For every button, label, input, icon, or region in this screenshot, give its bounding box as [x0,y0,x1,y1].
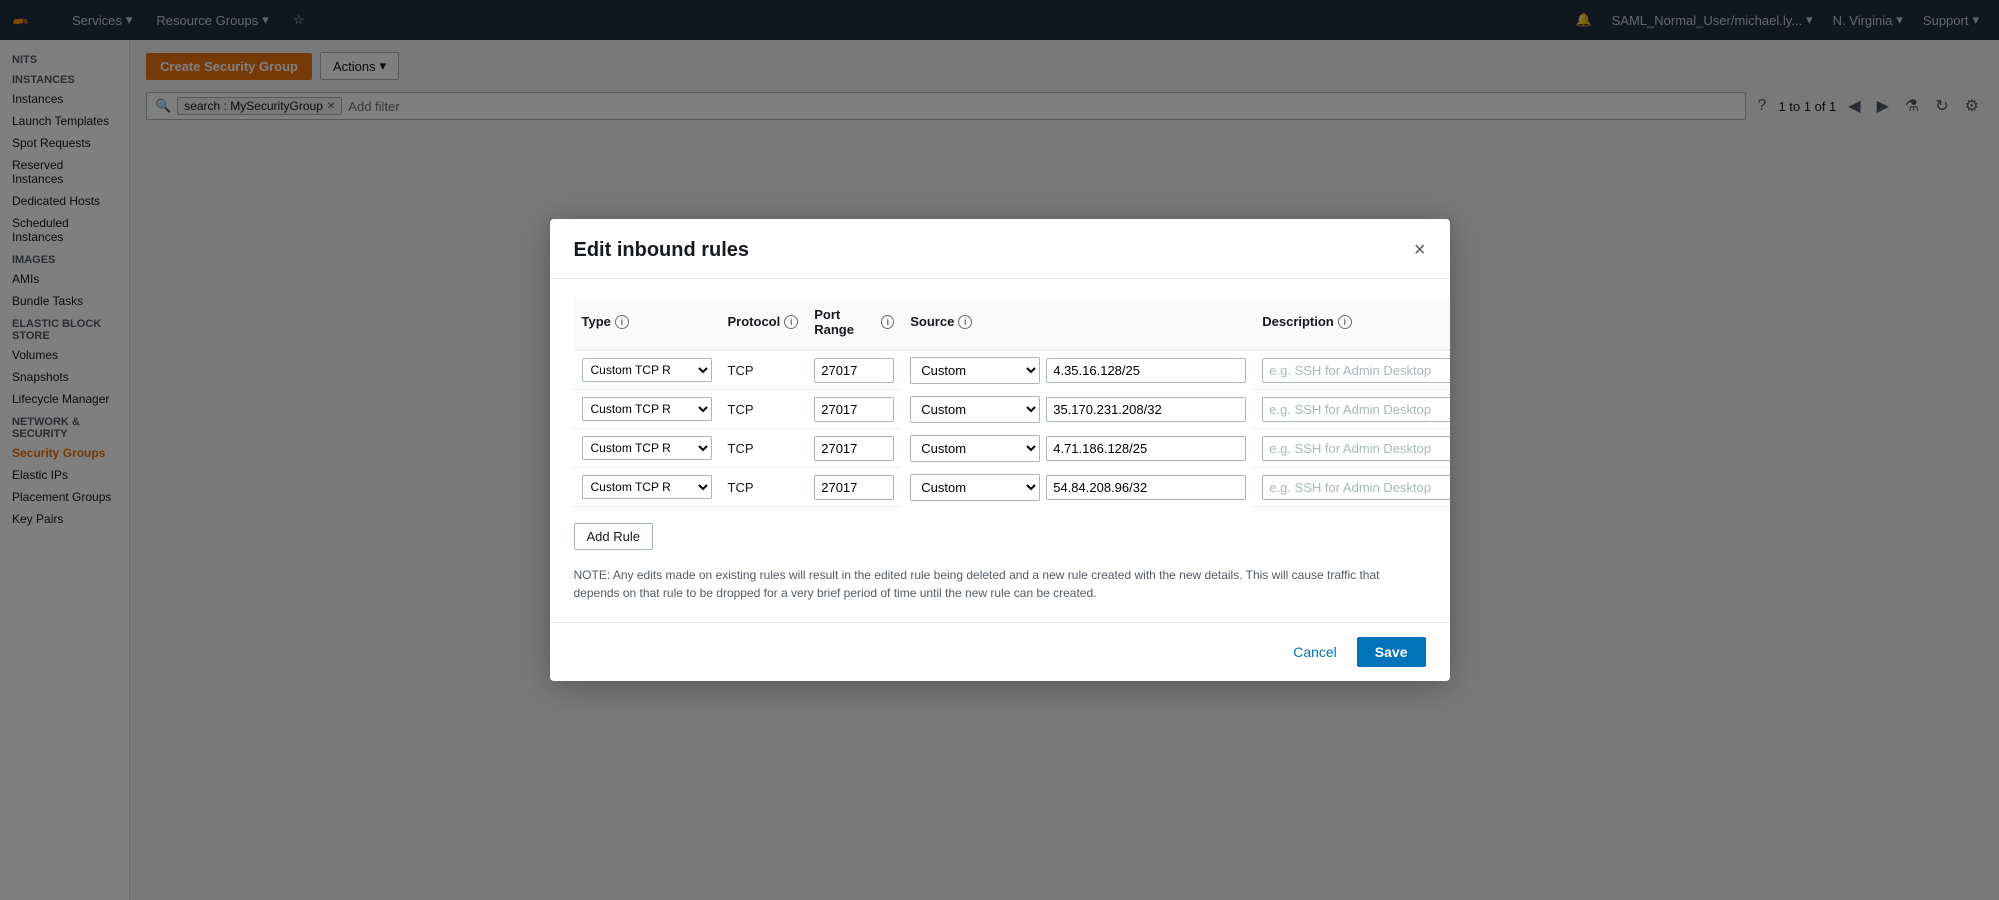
source-select-wrap-1: Custom Anywhere My IP [910,396,1040,423]
port-range-cell-1 [806,390,902,429]
modal-header: Edit inbound rules × [550,219,1450,279]
th-description: Description i [1254,299,1449,350]
protocol-text-3: TCP [728,480,754,495]
type-select-0[interactable]: Custom TCP R Custom TCP SSH HTTP HTTPS A… [582,358,712,382]
protocol-cell-2: TCP [720,429,807,468]
description-info-icon[interactable]: i [1338,315,1352,329]
type-col-label: Type [582,314,611,329]
description-col-label: Description [1262,314,1334,329]
source-select-wrap-0: Custom Anywhere My IP [910,357,1040,384]
description-cell-0 [1254,350,1449,390]
source-select-3[interactable]: Custom Anywhere My IP [911,475,1039,500]
rules-tbody: Custom TCP R Custom TCP SSH HTTP HTTPS A… [574,350,1450,507]
type-select-3[interactable]: Custom TCP R Custom TCP SSH HTTP HTTPS A… [582,475,712,499]
type-select-1[interactable]: Custom TCP R Custom TCP SSH HTTP HTTPS A… [582,397,712,421]
th-port-range: Port Range i [806,299,902,350]
source-cell-2: Custom Anywhere My IP [902,429,1254,468]
protocol-col-label: Protocol [728,314,781,329]
port-range-input-3[interactable] [814,475,894,500]
protocol-cell-0: TCP [720,350,807,390]
protocol-text-2: TCP [728,441,754,456]
description-input-0[interactable] [1262,358,1449,383]
type-info-icon[interactable]: i [615,315,629,329]
table-row: Custom TCP R Custom TCP SSH HTTP HTTPS A… [574,390,1450,429]
cidr-input-1[interactable] [1046,397,1246,422]
source-info-icon[interactable]: i [958,315,972,329]
protocol-cell-3: TCP [720,468,807,507]
modal-overlay: Edit inbound rules × Type i [0,0,1999,900]
port-range-cell-3 [806,468,902,507]
source-cell-3: Custom Anywhere My IP [902,468,1254,507]
port-range-cell-2 [806,429,902,468]
source-select-wrap-2: Custom Anywhere My IP [910,435,1040,462]
modal-close-button[interactable]: × [1414,240,1426,260]
th-type: Type i [574,299,720,350]
protocol-info-icon[interactable]: i [784,315,798,329]
port-range-col-label: Port Range [814,307,877,337]
type-cell-3: Custom TCP R Custom TCP SSH HTTP HTTPS A… [574,468,720,507]
table-header-row: Type i Protocol i Port R [574,299,1450,350]
source-col-label: Source [910,314,954,329]
th-source: Source i [902,299,1254,350]
port-range-info-icon[interactable]: i [881,315,894,329]
note-text: NOTE: Any edits made on existing rules w… [574,566,1426,602]
cidr-input-2[interactable] [1046,436,1246,461]
type-select-2[interactable]: Custom TCP R Custom TCP SSH HTTP HTTPS A… [582,436,712,460]
description-input-3[interactable] [1262,475,1449,500]
port-range-cell-0 [806,350,902,390]
description-cell-1 [1254,390,1449,429]
save-button[interactable]: Save [1357,637,1426,667]
table-row: Custom TCP R Custom TCP SSH HTTP HTTPS A… [574,429,1450,468]
source-select-1[interactable]: Custom Anywhere My IP [911,397,1039,422]
protocol-text-0: TCP [728,363,754,378]
edit-inbound-rules-modal: Edit inbound rules × Type i [550,219,1450,682]
source-cell-0: Custom Anywhere My IP [902,351,1254,390]
cidr-input-3[interactable] [1046,475,1246,500]
description-input-2[interactable] [1262,436,1449,461]
table-row: Custom TCP R Custom TCP SSH HTTP HTTPS A… [574,350,1450,390]
type-cell-2: Custom TCP R Custom TCP SSH HTTP HTTPS A… [574,429,720,468]
rules-table: Type i Protocol i Port R [574,299,1450,508]
protocol-cell-1: TCP [720,390,807,429]
cancel-button[interactable]: Cancel [1285,638,1345,666]
port-range-input-0[interactable] [814,358,894,383]
port-range-input-1[interactable] [814,397,894,422]
add-rule-button[interactable]: Add Rule [574,523,653,550]
protocol-text-1: TCP [728,402,754,417]
type-cell-0: Custom TCP R Custom TCP SSH HTTP HTTPS A… [574,350,720,390]
description-input-1[interactable] [1262,397,1449,422]
type-cell-1: Custom TCP R Custom TCP SSH HTTP HTTPS A… [574,390,720,429]
th-protocol: Protocol i [720,299,807,350]
description-cell-2 [1254,429,1449,468]
description-cell-3 [1254,468,1449,507]
port-range-input-2[interactable] [814,436,894,461]
source-select-0[interactable]: Custom Anywhere My IP [911,358,1039,383]
source-select-wrap-3: Custom Anywhere My IP [910,474,1040,501]
modal-body: Type i Protocol i Port R [550,279,1450,623]
cidr-input-0[interactable] [1046,358,1246,383]
modal-footer: Cancel Save [550,622,1450,681]
modal-title: Edit inbound rules [574,239,750,262]
source-cell-1: Custom Anywhere My IP [902,390,1254,429]
source-select-2[interactable]: Custom Anywhere My IP [911,436,1039,461]
table-row: Custom TCP R Custom TCP SSH HTTP HTTPS A… [574,468,1450,507]
